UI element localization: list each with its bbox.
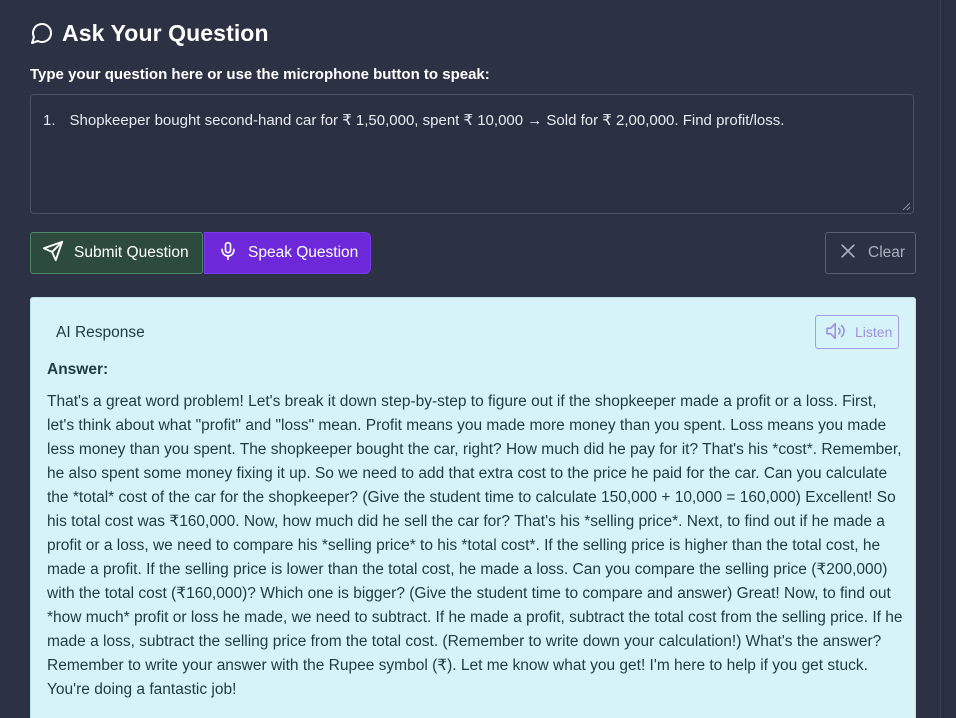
question-textarea[interactable]: 1. Shopkeeper bought second-hand car for … xyxy=(30,94,914,214)
question-instruction: Type your question here or use the micro… xyxy=(30,66,490,83)
submit-question-button[interactable]: Submit Question xyxy=(30,232,203,274)
chat-bubble-icon xyxy=(30,21,54,45)
clear-label: Clear xyxy=(868,244,906,261)
page: Ask Your Question Type your question her… xyxy=(0,0,956,718)
answer-label: Answer: xyxy=(47,361,109,378)
ai-response-card: AI Response Listen Answer: That's a grea… xyxy=(30,297,916,718)
speaker-icon xyxy=(825,321,849,344)
ai-response-title: AI Response xyxy=(56,324,145,341)
question-text: Shopkeeper bought second-hand car for ₹ … xyxy=(69,112,785,129)
answer-text: That's a great word problem! Let's break… xyxy=(47,393,903,698)
clear-button[interactable]: Clear xyxy=(825,232,916,274)
submit-question-label: Submit Question xyxy=(74,244,189,261)
listen-button[interactable]: Listen xyxy=(815,315,899,349)
listen-label: Listen xyxy=(855,324,893,340)
speak-question-button[interactable]: Speak Question xyxy=(204,232,371,274)
close-icon xyxy=(838,241,858,266)
speak-question-label: Speak Question xyxy=(248,244,359,261)
microphone-icon xyxy=(218,239,238,268)
question-number: 1. xyxy=(43,112,56,129)
page-title: Ask Your Question xyxy=(62,19,269,46)
panel-header: Ask Your Question xyxy=(30,18,269,48)
send-icon xyxy=(42,240,64,267)
resize-handle-icon[interactable] xyxy=(902,202,911,211)
